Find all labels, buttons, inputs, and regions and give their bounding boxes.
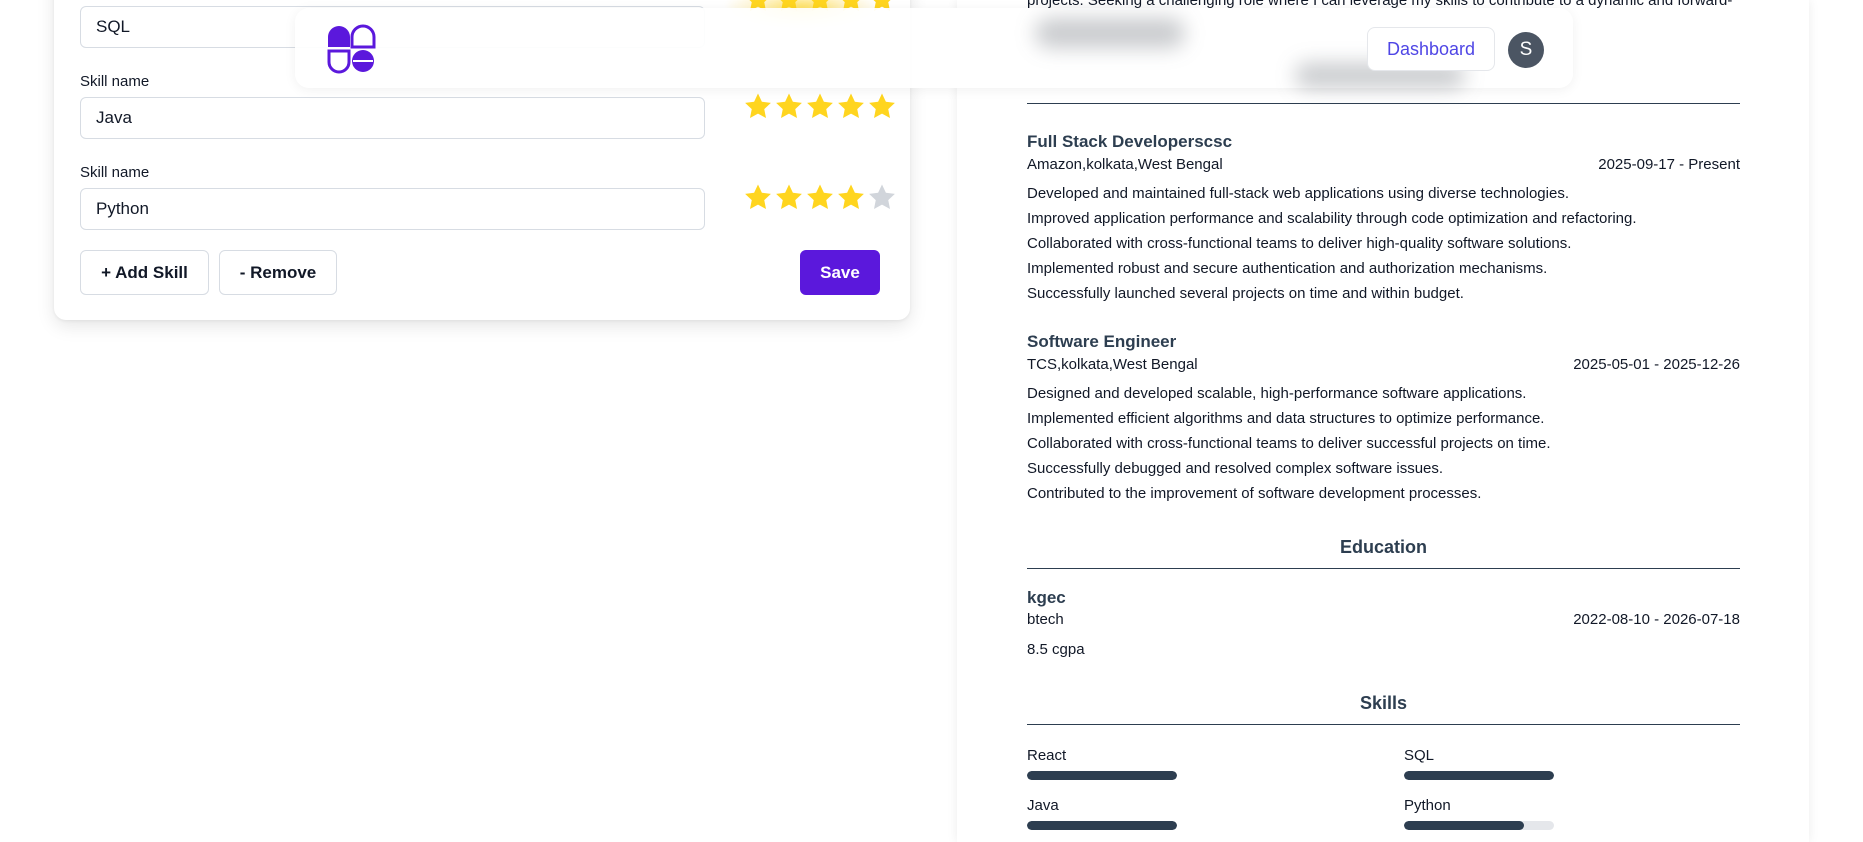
job-dates: 2025-05-01 - 2025-12-26	[1573, 356, 1740, 373]
star-empty-icon[interactable]	[867, 182, 897, 212]
education-dates: 2022-08-10 - 2026-07-18	[1573, 611, 1740, 628]
skill-bar	[1027, 821, 1177, 830]
education-heading: Education	[1339, 537, 1427, 557]
school-name: kgec	[1027, 588, 1066, 607]
skill-bar-fill	[1027, 771, 1177, 780]
skill-bar	[1404, 821, 1554, 830]
job-bullet: Successfully debugged and resolved compl…	[1027, 460, 1444, 477]
experience-divider	[1027, 103, 1740, 104]
job-bullet: Developed and maintained full-stack web …	[1027, 185, 1569, 202]
job-bullet: Implemented efficient algorithms and dat…	[1027, 410, 1545, 427]
job-bullet: Designed and developed scalable, high-pe…	[1027, 385, 1527, 402]
star-filled-icon[interactable]	[743, 91, 773, 121]
education-grade: 8.5 cgpa	[1027, 641, 1085, 658]
job-bullets: Designed and developed scalable, high-pe…	[1027, 381, 1551, 506]
star-rating[interactable]	[743, 91, 897, 121]
skill-bar	[1404, 771, 1554, 780]
save-button[interactable]: Save	[800, 250, 880, 295]
job-bullet: Improved application performance and sca…	[1027, 210, 1637, 227]
dashboard-button[interactable]: Dashboard	[1367, 27, 1495, 71]
job-dates: 2025-09-17 - Present	[1598, 156, 1740, 173]
job-bullet: Collaborated with cross-functional teams…	[1027, 435, 1551, 452]
skill-bar-fill	[1404, 821, 1524, 830]
resume-preview: projects. Seeking a challenging role whe…	[957, 0, 1809, 842]
job-title: Software Engineer	[1027, 332, 1177, 351]
job-bullet: Collaborated with cross-functional teams…	[1027, 235, 1572, 252]
star-filled-icon[interactable]	[805, 182, 835, 212]
education-divider	[1027, 568, 1740, 569]
brand-logo-icon[interactable]	[325, 23, 377, 75]
skills-divider	[1027, 724, 1740, 725]
skill-name: Java	[1027, 797, 1059, 814]
star-filled-icon[interactable]	[805, 91, 835, 121]
skill-name-label: Skill name	[80, 73, 150, 90]
job-company: Amazon,kolkata,West Bengal	[1027, 156, 1223, 173]
star-filled-icon[interactable]	[774, 182, 804, 212]
skill-name: React	[1027, 747, 1067, 764]
star-filled-icon[interactable]	[867, 91, 897, 121]
job-company: TCS,kolkata,West Bengal	[1027, 356, 1198, 373]
job-bullet: Successfully launched several projects o…	[1027, 285, 1464, 302]
star-filled-icon[interactable]	[743, 182, 773, 212]
job-bullets: Developed and maintained full-stack web …	[1027, 181, 1637, 306]
top-navbar: Dashboard S	[295, 8, 1573, 88]
skill-name-input[interactable]	[80, 188, 705, 230]
degree: btech	[1027, 611, 1064, 628]
star-filled-icon[interactable]	[836, 91, 866, 121]
skill-bar	[1027, 771, 1177, 780]
skill-bar-fill	[1404, 771, 1554, 780]
remove-skill-button[interactable]: - Remove	[219, 250, 337, 295]
job-title: Full Stack Developerscsc	[1027, 132, 1233, 151]
star-filled-icon[interactable]	[836, 182, 866, 212]
skill-name-label: Skill name	[80, 164, 150, 181]
add-skill-button[interactable]: + Add Skill	[80, 250, 209, 295]
skills-heading: Skills	[1359, 693, 1408, 713]
star-rating[interactable]	[743, 182, 897, 212]
job-bullet: Implemented robust and secure authentica…	[1027, 260, 1548, 277]
job-bullet: Contributed to the improvement of softwa…	[1027, 485, 1482, 502]
blurred-content	[1035, 18, 1185, 48]
skill-bar-fill	[1027, 821, 1177, 830]
star-filled-icon[interactable]	[774, 91, 804, 121]
skill-name-input[interactable]	[80, 97, 705, 139]
user-avatar[interactable]: S	[1508, 32, 1544, 68]
skill-name: Python	[1404, 797, 1451, 814]
skill-name: SQL	[1404, 747, 1435, 764]
